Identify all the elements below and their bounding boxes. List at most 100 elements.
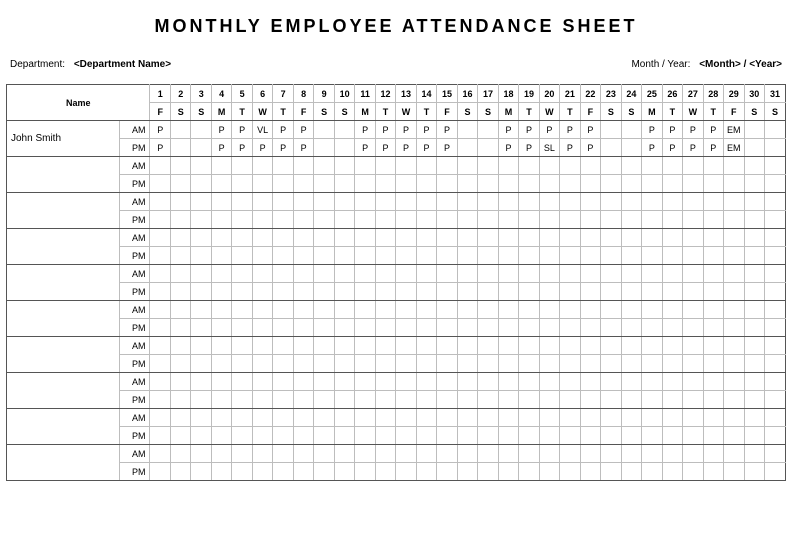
- attendance-cell: P: [273, 121, 293, 139]
- attendance-cell: [334, 157, 354, 175]
- attendance-cell: [211, 355, 231, 373]
- header-day: 14: [416, 85, 436, 103]
- attendance-cell: [334, 409, 354, 427]
- attendance-cell: [232, 373, 252, 391]
- attendance-cell: [293, 355, 313, 373]
- attendance-cell: [314, 175, 334, 193]
- attendance-cell: [211, 265, 231, 283]
- attendance-cell: [273, 265, 293, 283]
- attendance-cell: EM: [724, 139, 744, 157]
- attendance-cell: [683, 337, 703, 355]
- attendance-cell: [334, 355, 354, 373]
- attendance-cell: [519, 157, 539, 175]
- attendance-cell: [662, 211, 682, 229]
- attendance-cell: [191, 445, 211, 463]
- attendance-cell: EM: [724, 121, 744, 139]
- attendance-cell: [765, 427, 786, 445]
- attendance-cell: [560, 391, 580, 409]
- attendance-cell: [478, 211, 498, 229]
- attendance-cell: [334, 301, 354, 319]
- attendance-cell: [355, 175, 375, 193]
- attendance-cell: [232, 445, 252, 463]
- attendance-cell: [437, 409, 457, 427]
- attendance-cell: [314, 283, 334, 301]
- attendance-cell: [601, 463, 621, 481]
- attendance-cell: [621, 193, 641, 211]
- header-day: 4: [211, 85, 231, 103]
- attendance-cell: [355, 391, 375, 409]
- header-weekday: S: [457, 103, 477, 121]
- header-weekday: M: [355, 103, 375, 121]
- attendance-cell: [252, 355, 272, 373]
- attendance-cell: [232, 391, 252, 409]
- attendance-cell: [519, 247, 539, 265]
- attendance-cell: [191, 319, 211, 337]
- header-name: Name: [7, 85, 150, 121]
- attendance-cell: [211, 229, 231, 247]
- header-weekday: W: [252, 103, 272, 121]
- attendance-cell: [416, 265, 436, 283]
- page-title: MONTHLY EMPLOYEE ATTENDANCE SHEET: [6, 16, 786, 37]
- attendance-cell: [744, 373, 764, 391]
- attendance-cell: [416, 211, 436, 229]
- attendance-cell: [724, 463, 744, 481]
- attendance-cell: [683, 247, 703, 265]
- attendance-cell: [744, 121, 764, 139]
- attendance-cell: [375, 355, 395, 373]
- attendance-cell: [580, 319, 600, 337]
- header-day: 27: [683, 85, 703, 103]
- attendance-cell: [273, 247, 293, 265]
- attendance-cell: [724, 211, 744, 229]
- header-weekday: T: [662, 103, 682, 121]
- period-am: AM: [119, 445, 150, 463]
- attendance-cell: [765, 139, 786, 157]
- attendance-cell: [334, 211, 354, 229]
- attendance-cell: [765, 391, 786, 409]
- attendance-cell: [478, 445, 498, 463]
- attendance-cell: [375, 463, 395, 481]
- attendance-cell: [211, 427, 231, 445]
- attendance-cell: [273, 211, 293, 229]
- attendance-cell: [457, 193, 477, 211]
- attendance-cell: [170, 373, 190, 391]
- attendance-cell: [355, 409, 375, 427]
- employee-name: [7, 229, 120, 265]
- attendance-cell: [539, 463, 559, 481]
- attendance-cell: [703, 229, 723, 247]
- attendance-cell: [580, 409, 600, 427]
- attendance-cell: [170, 211, 190, 229]
- attendance-cell: [683, 391, 703, 409]
- attendance-cell: [601, 373, 621, 391]
- attendance-cell: [252, 157, 272, 175]
- attendance-cell: [744, 211, 764, 229]
- attendance-cell: [232, 247, 252, 265]
- attendance-cell: [232, 319, 252, 337]
- header-day: 16: [457, 85, 477, 103]
- attendance-cell: [642, 373, 662, 391]
- attendance-cell: [170, 265, 190, 283]
- attendance-cell: [211, 373, 231, 391]
- attendance-cell: [519, 355, 539, 373]
- attendance-cell: VL: [252, 121, 272, 139]
- attendance-cell: [539, 211, 559, 229]
- attendance-cell: [621, 355, 641, 373]
- period-pm: PM: [119, 283, 150, 301]
- attendance-cell: [273, 319, 293, 337]
- attendance-cell: [252, 319, 272, 337]
- attendance-cell: [211, 211, 231, 229]
- employee-name: John Smith: [7, 121, 120, 157]
- attendance-cell: [498, 427, 518, 445]
- attendance-cell: [396, 211, 416, 229]
- attendance-cell: [457, 121, 477, 139]
- attendance-cell: [539, 283, 559, 301]
- attendance-cell: [601, 445, 621, 463]
- period-am: AM: [119, 337, 150, 355]
- attendance-cell: [621, 265, 641, 283]
- attendance-cell: [457, 139, 477, 157]
- attendance-cell: [396, 337, 416, 355]
- attendance-cell: [703, 445, 723, 463]
- attendance-cell: [642, 229, 662, 247]
- attendance-cell: [703, 373, 723, 391]
- attendance-cell: [621, 319, 641, 337]
- attendance-cell: [621, 247, 641, 265]
